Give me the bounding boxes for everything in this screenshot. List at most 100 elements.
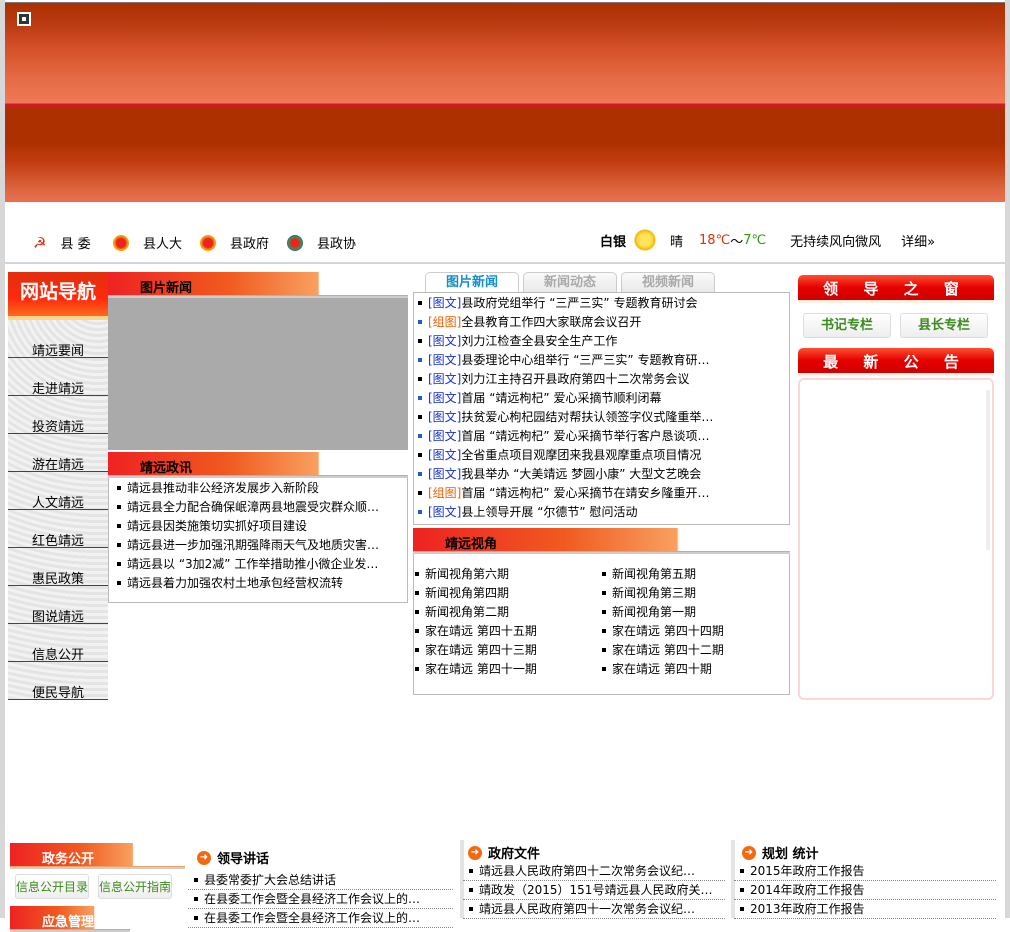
- site-link-peoples-congress[interactable]: 县人大: [113, 233, 182, 252]
- site-link-county-government[interactable]: 县政府: [200, 233, 269, 252]
- news-item[interactable]: [图文]我县举办 “大美靖远 梦圆小康” 大型文艺晚会: [412, 465, 713, 484]
- news-item[interactable]: [组图]首届 “靖远枸杞” 爱心采摘节在靖安乡隆重开…: [412, 484, 713, 503]
- list-item[interactable]: 家在靖远 第四十五期: [409, 622, 596, 641]
- news-item[interactable]: [图文]扶贫爱心枸杞园结对帮扶认领签字仪式隆重举…: [412, 408, 713, 427]
- news-tag[interactable]: [图文]: [428, 429, 461, 443]
- item-text: 靖政发（2015）151号靖远县人民政府关…: [479, 883, 713, 897]
- notice-scrollbar[interactable]: [986, 390, 990, 550]
- list-item[interactable]: 县委常委扩大会总结讲话: [188, 871, 453, 890]
- gov-open-header: 政务公开: [10, 843, 185, 869]
- list-item[interactable]: 靖远县人民政府第四十一次常务会议纪…: [463, 900, 725, 919]
- list-item[interactable]: 新闻视角第六期: [409, 565, 596, 584]
- site-link-county-committee[interactable]: ☭ 县 委: [33, 233, 91, 253]
- magistrate-column-button[interactable]: 县长专栏: [900, 313, 988, 338]
- secretary-column-button[interactable]: 书记专栏: [803, 313, 891, 338]
- weather-detail-link[interactable]: 详细»: [901, 231, 935, 250]
- news-item[interactable]: [图文]刘力江主持召开县政府第四十二次常务会议: [412, 370, 713, 389]
- news-title: 县委理论中心组举行 “三严三实” 专题教育研…: [461, 353, 710, 367]
- news-tag[interactable]: [组图]: [428, 486, 461, 500]
- news-item[interactable]: [图文]首届 “靖远枸杞” 爱心采摘节举行客户恳谈项…: [412, 427, 713, 446]
- window-icon[interactable]: [17, 12, 31, 26]
- weather-wind: 无持续风向微风: [790, 234, 882, 250]
- item-text: 新闻视角第一期: [612, 605, 697, 619]
- item-text: 2014年政府工作报告: [750, 883, 865, 897]
- nav-item[interactable]: 人文靖远: [8, 472, 108, 511]
- list-item[interactable]: 家在靖远 第四十一期: [409, 660, 596, 679]
- nav-item[interactable]: 游在靖远: [8, 434, 108, 473]
- item-text: 县委常委扩大会总结讲话: [204, 873, 337, 887]
- news-tabs: 图片新闻 新闻动态 视频新闻: [425, 272, 715, 293]
- news-tag[interactable]: [图文]: [428, 391, 461, 405]
- list-item[interactable]: 靖远县因类施策切实抓好项目建设: [111, 517, 379, 536]
- item-text: 2013年政府工作报告: [750, 902, 865, 916]
- nav-item[interactable]: 信息公开: [8, 624, 108, 663]
- site-label: 县政府: [230, 237, 270, 252]
- item-text: 靖远县推动非公经济发展步入新阶段: [127, 481, 320, 495]
- info-guide-button[interactable]: 信息公开指南: [98, 874, 172, 899]
- item-text: 在县委工作会暨全县经济工作会议上的…: [204, 892, 421, 906]
- latest-notice-box: [798, 378, 994, 700]
- tab-news-updates[interactable]: 新闻动态: [523, 272, 617, 293]
- tab-news-box: [图文]县政府党组举行 “三严三实” 专题教育研讨会 [组图]全县教育工作四大家联…: [413, 292, 790, 525]
- list-item[interactable]: 家在靖远 第四十四期: [596, 622, 783, 641]
- list-item[interactable]: 家在靖远 第四十三期: [409, 641, 596, 660]
- news-item[interactable]: [图文]首届 “靖远枸杞” 爱心采摘节顺利闭幕: [412, 389, 713, 408]
- list-item[interactable]: 靖远县进一步加强汛期强降雨天气及地质灾害…: [111, 536, 379, 555]
- list-item[interactable]: 靖远县以 “3加2减” 工作举措助推小微企业发…: [111, 555, 379, 574]
- news-item[interactable]: [图文]刘力江检查全县安全生产工作: [412, 332, 713, 351]
- nav-item[interactable]: 惠民政策: [8, 548, 108, 587]
- news-tag[interactable]: [图文]: [428, 353, 461, 367]
- nav-item[interactable]: 走进靖远: [8, 358, 108, 397]
- news-tag[interactable]: [组图]: [428, 315, 461, 329]
- nav-item[interactable]: 便民导航: [8, 662, 108, 701]
- list-item[interactable]: 2013年政府工作报告: [734, 900, 996, 919]
- news-tag[interactable]: [图文]: [428, 467, 461, 481]
- news-tag[interactable]: [图文]: [428, 296, 461, 310]
- news-item[interactable]: [图文]全省重点项目观摩团来我县观摩重点项目情况: [412, 446, 713, 465]
- nav-item[interactable]: 投资靖远: [8, 396, 108, 435]
- news-item[interactable]: [图文]县上领导开展 “尔德节” 慰问活动: [412, 503, 713, 522]
- list-item[interactable]: 新闻视角第五期: [596, 565, 783, 584]
- list-item[interactable]: 靖远县人民政府第四十二次常务会议纪…: [463, 862, 725, 881]
- nav-item[interactable]: 图说靖远: [8, 586, 108, 625]
- news-tag[interactable]: [图文]: [428, 334, 461, 348]
- list-item[interactable]: 新闻视角第二期: [409, 603, 596, 622]
- news-tag[interactable]: [图文]: [428, 372, 461, 386]
- list-item[interactable]: 靖远县推动非公经济发展步入新阶段: [111, 479, 379, 498]
- tab-photo-news[interactable]: 图片新闻: [425, 272, 519, 293]
- item-text: 新闻视角第六期: [425, 567, 510, 581]
- news-tag[interactable]: [图文]: [428, 410, 461, 424]
- list-item[interactable]: 在县委工作会暨全县经济工作会议上的…: [188, 909, 453, 928]
- tab-video-news[interactable]: 视频新闻: [621, 272, 715, 293]
- arrow-right-icon: ➜: [197, 850, 211, 865]
- list-item[interactable]: 靖远县着力加强农村土地承包经营权流转: [111, 574, 379, 593]
- site-link-cppcc[interactable]: 县政协: [287, 233, 356, 252]
- list-item[interactable]: 靖政发（2015）151号靖远县人民政府关…: [463, 881, 725, 900]
- news-item[interactable]: [图文]县政府党组举行 “三严三实” 专题教育研讨会: [412, 294, 713, 313]
- info-catalog-button[interactable]: 信息公开目录: [15, 874, 89, 899]
- list-item[interactable]: 家在靖远 第四十期: [596, 660, 783, 679]
- nav-item[interactable]: 红色靖远: [8, 510, 108, 549]
- temp-low: 7℃: [743, 232, 767, 248]
- list-item[interactable]: 靖远县全力配合确保岷漳两县地震受灾群众顺…: [111, 498, 379, 517]
- list-item[interactable]: 新闻视角第四期: [409, 584, 596, 603]
- list-item[interactable]: 新闻视角第一期: [596, 603, 783, 622]
- news-tag[interactable]: [图文]: [428, 505, 461, 519]
- list-item[interactable]: 在县委工作会暨全县经济工作会议上的…: [188, 890, 453, 909]
- planning-list: 2015年政府工作报告 2014年政府工作报告 2013年政府工作报告: [734, 862, 996, 919]
- weather-condition: 晴: [670, 234, 684, 250]
- planning-header: ➜ 规划 统计: [742, 843, 819, 862]
- photo-news-image[interactable]: [108, 298, 408, 450]
- list-item[interactable]: 家在靖远 第四十二期: [596, 641, 783, 660]
- list-item[interactable]: 2015年政府工作报告: [734, 862, 996, 881]
- perspective-list: 新闻视角第六期 新闻视角第五期 新闻视角第四期 新闻视角第三期 新闻视角第二期 新闻视角第…: [409, 565, 789, 679]
- news-item[interactable]: [图文]县委理论中心组举行 “三严三实” 专题教育研…: [412, 351, 713, 370]
- news-tag[interactable]: [图文]: [428, 448, 461, 462]
- site-label: 县政协: [317, 237, 357, 252]
- list-item[interactable]: 2014年政府工作报告: [734, 881, 996, 900]
- news-item[interactable]: [组图]全县教育工作四大家联席会议召开: [412, 313, 713, 332]
- weather-city: 白银: [600, 234, 627, 250]
- gov-docs-list: 靖远县人民政府第四十二次常务会议纪… 靖政发（2015）151号靖远县人民政府关……: [463, 862, 725, 919]
- nav-item[interactable]: 靖远要闻: [8, 320, 108, 359]
- list-item[interactable]: 新闻视角第三期: [596, 584, 783, 603]
